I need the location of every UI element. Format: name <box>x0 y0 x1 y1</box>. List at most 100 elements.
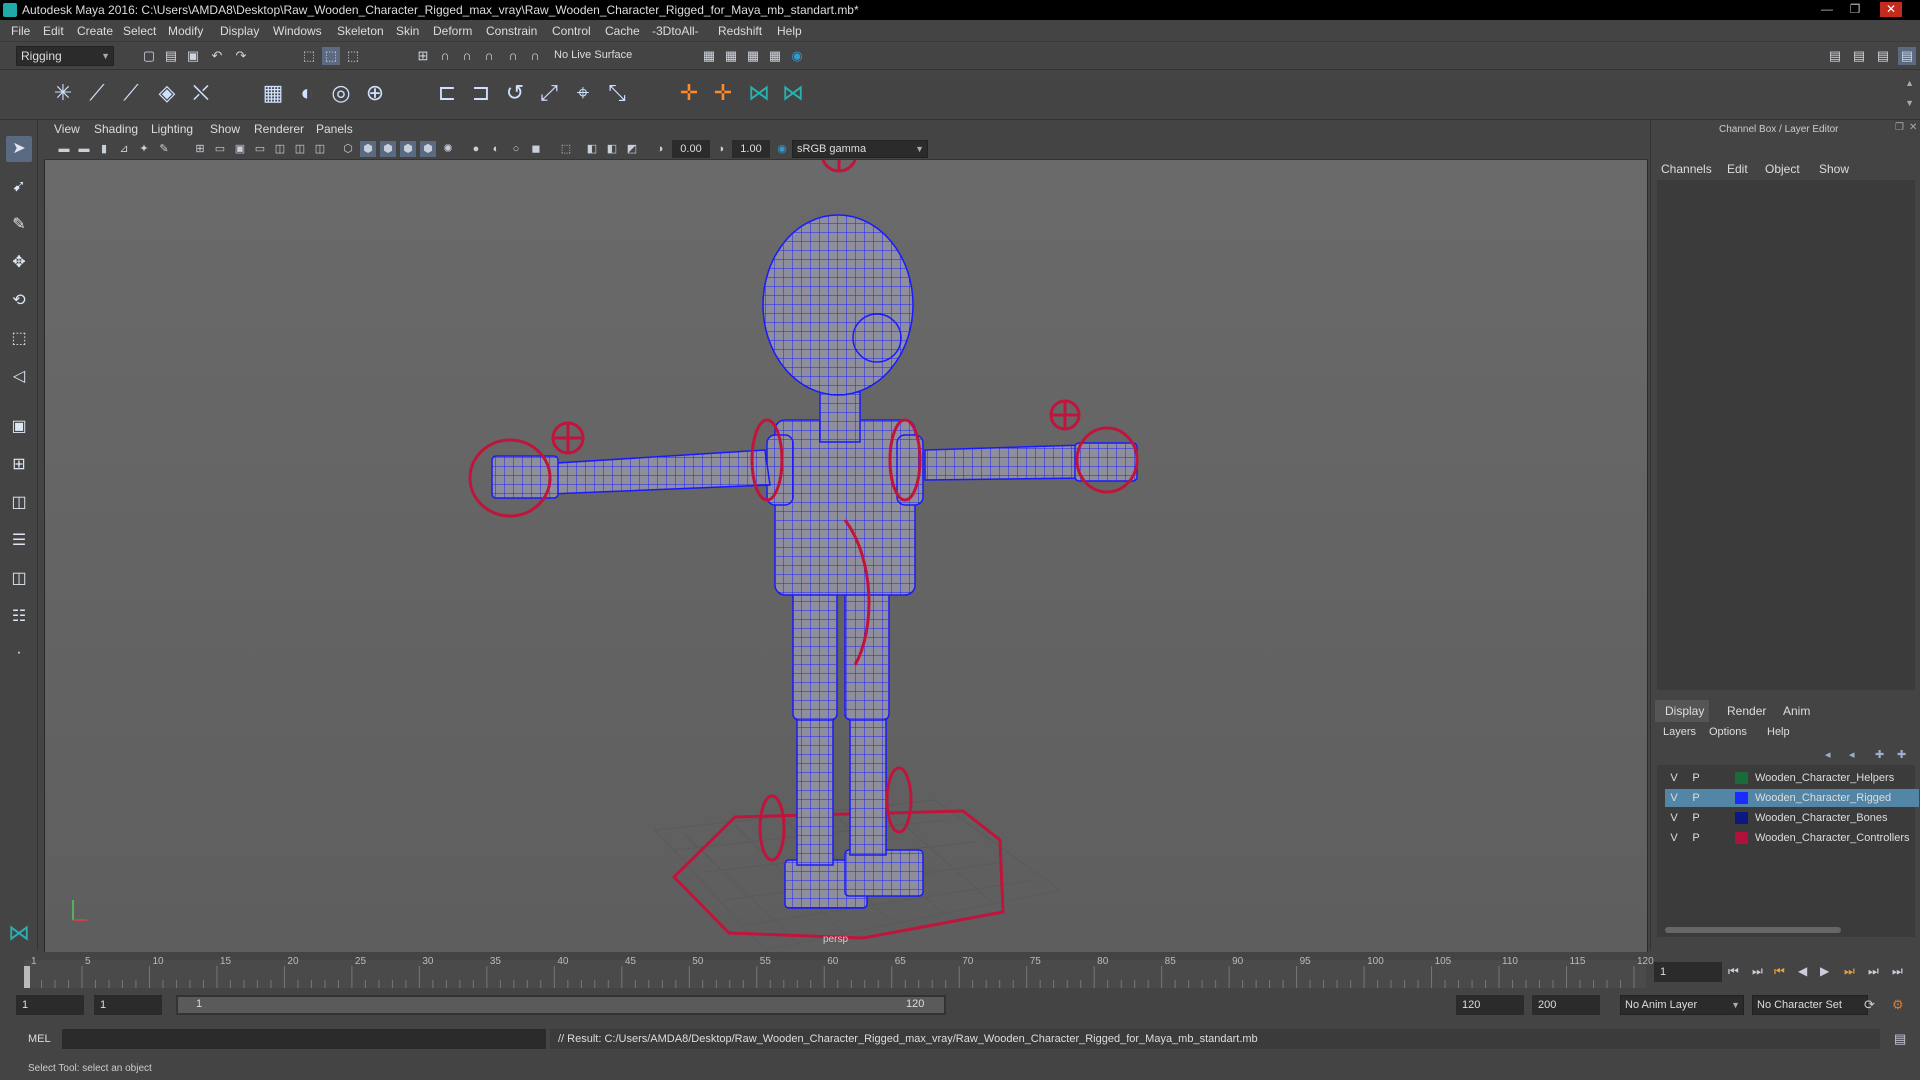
motion-blur-icon[interactable]: ◐ <box>488 141 504 157</box>
scale-constraint-icon[interactable]: ⤢ <box>534 78 564 108</box>
menu-display[interactable]: Display <box>220 24 259 38</box>
options-menu[interactable]: Options <box>1709 726 1747 738</box>
layer-color-swatch[interactable] <box>1735 772 1748 784</box>
pole-vector-icon[interactable]: ⤡ <box>602 78 632 108</box>
create-joints-icon[interactable]: ✳ <box>48 78 78 108</box>
range-slider[interactable]: 1 120 <box>176 995 946 1015</box>
snap-curve-icon[interactable]: ∩ <box>436 47 454 65</box>
layer-visibility-toggle[interactable]: V <box>1667 770 1681 786</box>
layer-playback-toggle[interactable]: P <box>1689 810 1703 826</box>
redo-icon[interactable]: ↷ <box>232 47 250 65</box>
help-menu[interactable]: Help <box>1767 726 1790 738</box>
snap-view-plane-icon[interactable]: ∩ <box>480 47 498 65</box>
select-hierarchy-icon[interactable]: ⬚ <box>300 47 318 65</box>
go-to-end-icon[interactable]: ⏭ <box>1892 964 1903 979</box>
channels-menu[interactable]: Channels <box>1661 162 1712 176</box>
single-view-layout-icon[interactable]: ▣ <box>6 414 32 440</box>
gamma-icon[interactable]: ◗ <box>714 141 730 157</box>
minimize-button[interactable]: — <box>1816 2 1838 17</box>
object-menu[interactable]: Object <box>1765 162 1800 176</box>
anim-tab[interactable]: Anim <box>1783 704 1810 718</box>
select-tool-icon[interactable]: ➤ <box>6 136 32 162</box>
lattice-icon[interactable]: ◎ <box>326 78 356 108</box>
start-time-field[interactable]: 1 <box>16 995 84 1015</box>
menu-windows[interactable]: Windows <box>273 24 322 38</box>
ik-spline-icon[interactable]: ⟋ <box>116 78 146 108</box>
parent-constraint-icon[interactable]: ⊏ <box>432 78 462 108</box>
select-component-icon[interactable]: ⬚ <box>344 47 362 65</box>
new-layer-selected-icon[interactable]: ✚ <box>1897 748 1906 761</box>
menuset-dropdown[interactable]: Rigging ▼ <box>16 46 114 66</box>
isolate-select-icon[interactable]: ⬚ <box>558 141 574 157</box>
animation-preferences-icon[interactable]: ⚙ <box>1892 997 1904 1013</box>
channel-box-icon[interactable]: ▤ <box>1898 47 1916 65</box>
render-current-frame-icon[interactable]: ▦ <box>722 47 740 65</box>
wooden-character-mesh[interactable] <box>491 214 1138 909</box>
outliner-layout-icon[interactable]: ☰ <box>6 528 32 554</box>
paint-select-icon[interactable]: ✎ <box>6 212 32 238</box>
end-time-field[interactable]: 200 <box>1532 995 1600 1015</box>
tool-settings-icon[interactable]: ▤ <box>1874 47 1892 65</box>
menu-help[interactable]: Help <box>777 24 802 38</box>
maya-logo-alt-icon[interactable]: ⋈ <box>778 78 808 108</box>
menu-create[interactable]: Create <box>77 24 113 38</box>
safe-title-icon[interactable]: ◫ <box>312 141 328 157</box>
menu-select[interactable]: Select <box>123 24 156 38</box>
playback-end-field[interactable]: 120 <box>1456 995 1524 1015</box>
layer-visibility-toggle[interactable]: V <box>1667 790 1681 806</box>
character-set-dropdown[interactable]: No Character Set <box>1752 995 1868 1015</box>
new-scene-icon[interactable]: ▢ <box>140 47 158 65</box>
panel-close-icon[interactable]: ✕ <box>1909 122 1917 133</box>
viewport-menu-lighting[interactable]: Lighting <box>151 122 193 136</box>
layer-playback-toggle[interactable]: P <box>1689 830 1703 846</box>
layer-color-swatch[interactable] <box>1735 812 1748 824</box>
quick-rig-icon[interactable]: ⛌ <box>186 78 216 108</box>
grease-pencil-icon[interactable]: ✎ <box>156 141 172 157</box>
scale-tool-icon[interactable]: ⬚ <box>6 326 32 352</box>
bookmark-icon[interactable]: ▮ <box>96 141 112 157</box>
step-back-key-icon[interactable]: ⏮ <box>1774 964 1785 979</box>
shelf-scroll-down-icon[interactable]: ▼ <box>1905 98 1914 108</box>
current-time-indicator[interactable] <box>24 966 30 988</box>
xray-icon[interactable]: ◧ <box>584 141 600 157</box>
edit-menu[interactable]: Edit <box>1727 162 1748 176</box>
smooth-shade-icon[interactable]: ⬢ <box>360 141 376 157</box>
go-to-start-icon[interactable]: ⏮ <box>1728 964 1739 979</box>
viewport-menu-view[interactable]: View <box>54 122 80 136</box>
viewport-menu-shading[interactable]: Shading <box>94 122 138 136</box>
save-scene-icon[interactable]: ▣ <box>184 47 202 65</box>
wireframe-on-shaded-icon[interactable]: ⬢ <box>380 141 396 157</box>
script-editor-icon[interactable]: ▤ <box>1894 1031 1906 1047</box>
layer-color-swatch[interactable] <box>1735 832 1748 844</box>
two-view-layout-icon[interactable]: ◫ <box>6 490 32 516</box>
layer-playback-toggle[interactable]: P <box>1689 790 1703 806</box>
anim-layer-dropdown[interactable]: No Anim Layer ▼ <box>1620 995 1744 1015</box>
antialiasing-icon[interactable]: ○ <box>508 141 524 157</box>
maya-logo-icon[interactable]: ⋈ <box>744 78 774 108</box>
menu-redshift[interactable]: Redshift <box>718 24 762 38</box>
field-chart-icon[interactable]: ◫ <box>272 141 288 157</box>
step-back-icon[interactable]: ⏭ <box>1752 964 1763 979</box>
film-gate-icon[interactable]: ▭ <box>212 141 228 157</box>
locator-icon[interactable]: ✛ <box>674 78 704 108</box>
locator-alt-icon[interactable]: ✛ <box>708 78 738 108</box>
bind-skin-icon[interactable]: ◈ <box>152 78 182 108</box>
camera-attributes-icon[interactable]: ▬ <box>76 141 92 157</box>
four-view-layout-icon[interactable]: ⊞ <box>6 452 32 478</box>
layers-menu[interactable]: Layers <box>1663 726 1696 738</box>
custom-layout-icon[interactable]: · <box>6 640 32 666</box>
auto-key-icon[interactable]: ⟳ <box>1864 997 1875 1013</box>
layer-list-scrollbar[interactable] <box>1665 927 1841 933</box>
ik-handle-icon[interactable]: ⟋ <box>82 78 112 108</box>
safe-action-icon[interactable]: ◫ <box>292 141 308 157</box>
xray-active-icon[interactable]: ◩ <box>624 141 640 157</box>
show-menu[interactable]: Show <box>1819 162 1849 176</box>
layer-visibility-toggle[interactable]: V <box>1667 810 1681 826</box>
textured-icon[interactable]: ⬢ <box>400 141 416 157</box>
step-forward-icon[interactable]: ⏭ <box>1868 964 1879 979</box>
exposure-icon[interactable]: ◑ <box>652 141 668 157</box>
viewport-menu-show[interactable]: Show <box>210 122 240 136</box>
exposure-field[interactable]: 0.00 <box>672 140 710 158</box>
time-slider[interactable]: 1 5 10 15 20 25 30 35 40 45 50 55 60 65 70 75 80 85 90 95 10… <box>0 952 1920 990</box>
gate-mask-icon[interactable]: ▭ <box>252 141 268 157</box>
